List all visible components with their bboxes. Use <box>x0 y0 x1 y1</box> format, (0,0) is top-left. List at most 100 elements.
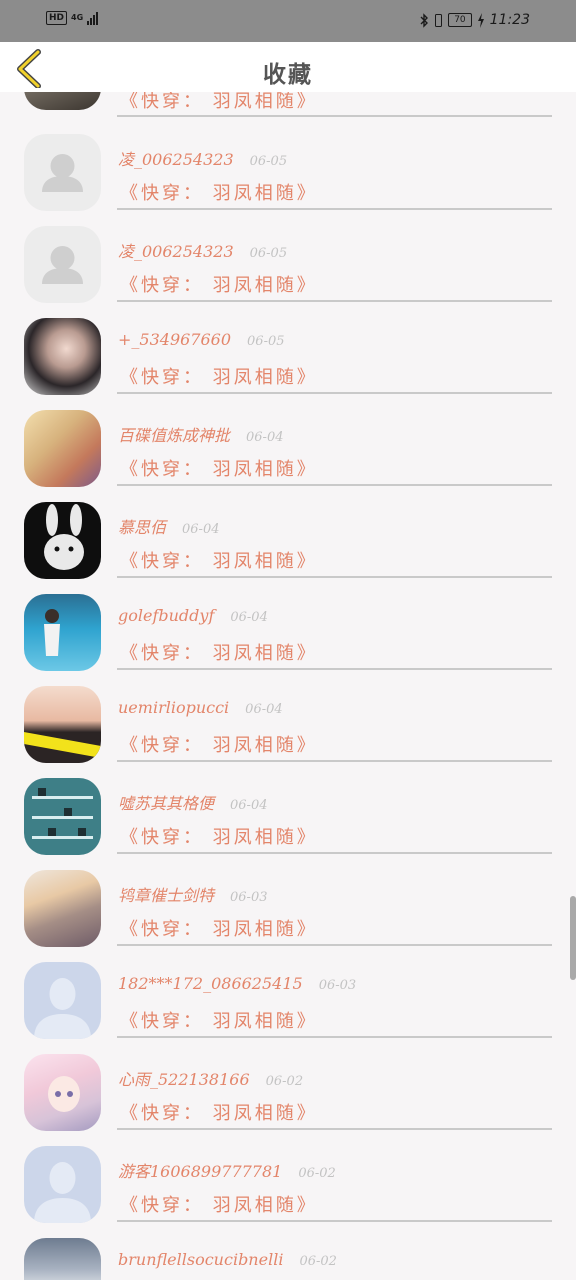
user-name-line: 心雨_522138166 06-02 <box>118 1066 303 1090</box>
book-title: 《快穿： 羽凤相随》 <box>120 367 318 388</box>
bluetooth-icon <box>420 12 429 28</box>
hd-badge: HD <box>46 11 68 25</box>
user-name: 心雨_522138166 <box>118 1070 250 1089</box>
avatar <box>24 594 101 671</box>
status-right: 70 11:23 <box>419 12 530 28</box>
user-name-line: 凌_006254323 06-05 <box>118 146 287 170</box>
list-item[interactable]: 凌_006254323 06-05 《快穿： 羽凤相随》 <box>0 210 576 303</box>
user-name: 凌_006254323 <box>118 150 234 169</box>
user-name: 凌_006254323 <box>118 242 234 261</box>
anime-girl-icon <box>48 1076 80 1112</box>
book-title: 《快穿： 羽凤相随》 <box>120 1195 318 1216</box>
user-name-line: +_534967660 06-05 <box>118 330 285 349</box>
list-item[interactable]: uemirliopucci 06-04 《快穿： 羽凤相随》 <box>0 670 576 763</box>
avatar <box>24 134 101 211</box>
avatar <box>24 1238 101 1280</box>
user-name-line: uemirliopucci 06-04 <box>118 698 283 717</box>
scrollbar[interactable] <box>570 896 576 980</box>
avatar <box>24 870 101 947</box>
divider <box>117 115 552 117</box>
status-left: HD 4G <box>46 11 99 25</box>
person-photo-icon <box>44 609 60 656</box>
shelves-photo-icon <box>32 788 93 839</box>
list-item[interactable]: 百碟值炼成神批 06-04 《快穿： 羽凤相随》 <box>0 394 576 487</box>
user-name: uemirliopucci <box>118 698 230 717</box>
avatar <box>24 410 101 487</box>
book-title: 《快穿： 羽凤相随》 <box>120 919 318 940</box>
status-bar: HD 4G 70 11:23 <box>0 0 576 42</box>
list-item[interactable]: 心雨_522138166 06-02 《快穿： 羽凤相随》 <box>0 1038 576 1131</box>
avatar <box>24 226 101 303</box>
user-name-line: 鸨章催士剑特 06-03 <box>118 882 268 906</box>
avatar <box>24 502 101 579</box>
list-item[interactable]: 凌_006254323 06-05 《快穿： 羽凤相随》 <box>0 118 576 211</box>
list-item[interactable]: 噓苏其其格便 06-04 《快穿： 羽凤相随》 <box>0 762 576 855</box>
user-name: brunflellsocucibnelli <box>118 1250 284 1269</box>
default-avatar-icon <box>34 1162 91 1223</box>
book-title: 《快穿： 羽凤相随》 <box>120 551 318 572</box>
user-name: 游客1606899777781 <box>118 1162 283 1181</box>
user-name: golefbuddyf <box>118 606 215 625</box>
user-name-line: brunflellsocucibnelli 06-02 <box>118 1250 337 1269</box>
avatar <box>24 1054 101 1131</box>
user-name: 噓苏其其格便 <box>118 794 215 813</box>
date: 06-02 <box>299 1254 337 1269</box>
app-header: 收藏 <box>0 42 576 92</box>
date: 06-04 <box>182 522 220 537</box>
avatar <box>24 778 101 855</box>
date: 06-02 <box>265 1074 304 1089</box>
avatar <box>24 1146 101 1223</box>
user-name: 百碟值炼成神批 <box>118 426 231 445</box>
list-item[interactable]: golefbuddyf 06-04 《快穿： 羽凤相随》 <box>0 578 576 671</box>
bunny-sticker-icon <box>44 504 84 570</box>
date: 06-03 <box>318 978 357 993</box>
yellow-banner-icon <box>24 732 101 758</box>
date: 06-04 <box>230 798 268 813</box>
date: 06-02 <box>298 1166 336 1181</box>
book-title: 《快穿： 羽凤相随》 <box>120 275 318 296</box>
default-avatar-icon <box>42 246 83 284</box>
date: 06-04 <box>245 702 283 717</box>
charging-icon <box>477 12 484 28</box>
date: 06-04 <box>230 610 268 625</box>
date: 06-03 <box>230 890 268 905</box>
default-avatar-icon <box>34 978 91 1039</box>
vibrate-icon <box>435 13 443 27</box>
book-title: 《快穿： 羽凤相随》 <box>120 1011 318 1032</box>
date: 06-05 <box>249 154 288 169</box>
list-item[interactable]: brunflellsocucibnelli 06-02 <box>0 1222 576 1280</box>
book-title: 《快穿： 羽凤相随》 <box>120 827 318 848</box>
user-name-line: 噓苏其其格便 06-04 <box>118 790 268 814</box>
list-item[interactable]: +_534967660 06-05 《快穿： 羽凤相随》 <box>0 302 576 395</box>
list-item[interactable]: 游客1606899777781 06-02 《快穿： 羽凤相随》 <box>0 1130 576 1223</box>
list-item[interactable]: 鸨章催士剑特 06-03 《快穿： 羽凤相随》 <box>0 854 576 947</box>
book-title: 《快穿： 羽凤相随》 <box>120 183 318 204</box>
user-name-line: 百碟值炼成神批 06-04 <box>118 422 284 446</box>
favorites-list[interactable]: 《快穿： 羽凤相随》 凌_006254323 06-05 《快穿： 羽凤相随》 凌… <box>0 92 576 1280</box>
avatar <box>24 92 101 110</box>
avatar <box>24 686 101 763</box>
user-name-line: 游客1606899777781 06-02 <box>118 1158 336 1182</box>
date: 06-05 <box>249 246 288 261</box>
book-title: 《快穿： 羽凤相随》 <box>120 735 318 756</box>
book-title: 《快穿： 羽凤相随》 <box>120 643 318 664</box>
user-name: 慕思佰 <box>118 518 167 537</box>
list-item[interactable]: 182***172_086625415 06-03 《快穿： 羽凤相随》 <box>0 946 576 1039</box>
book-title: 《快穿： 羽凤相随》 <box>120 459 318 480</box>
user-name: 182***172_086625415 <box>118 974 303 993</box>
user-name-line: 慕思佰 06-04 <box>118 514 220 538</box>
list-item[interactable]: 慕思佰 06-04 《快穿： 羽凤相随》 <box>0 486 576 579</box>
user-name: +_534967660 <box>118 330 232 349</box>
user-name-line: golefbuddyf 06-04 <box>118 606 268 625</box>
default-avatar-icon <box>42 154 83 192</box>
signal-icon <box>87 11 99 25</box>
book-title: 《快穿： 羽凤相随》 <box>120 92 318 112</box>
date: 06-04 <box>246 430 284 445</box>
list-item[interactable]: 《快穿： 羽凤相随》 <box>0 92 576 118</box>
user-name: 鸨章催士剑特 <box>118 886 215 905</box>
user-name-line: 凌_006254323 06-05 <box>118 238 287 262</box>
book-title: 《快穿： 羽凤相随》 <box>120 1103 318 1124</box>
user-name-line: 182***172_086625415 06-03 <box>118 974 356 993</box>
clock: 11:23 <box>489 12 530 28</box>
battery-level: 70 <box>448 13 472 27</box>
